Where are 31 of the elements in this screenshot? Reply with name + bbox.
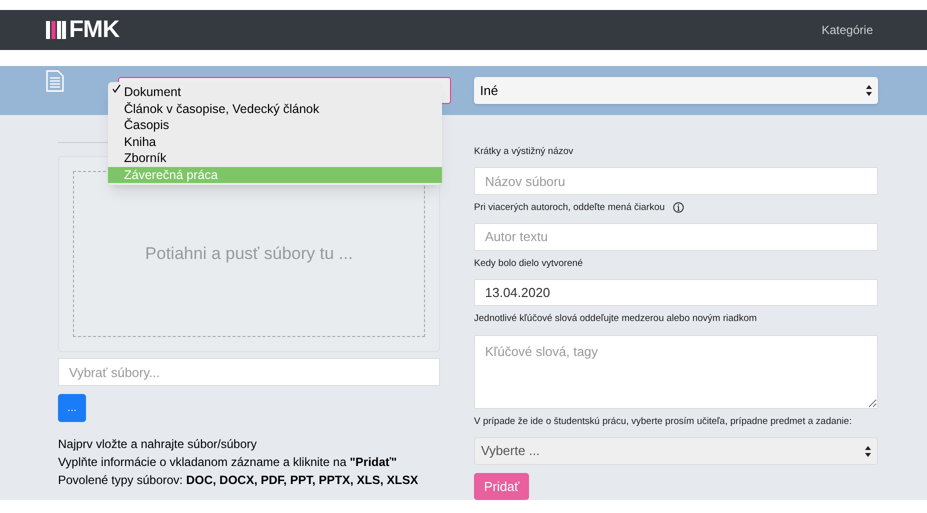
select-value: Vyberte ... xyxy=(481,442,540,460)
text-field[interactable]: 13.04.2020 xyxy=(474,278,878,306)
select-value: Iné xyxy=(480,82,498,100)
field-label: Kedy bolo dielo vytvorené xyxy=(474,256,583,271)
checkmark-icon xyxy=(112,84,121,93)
select-arrows-icon xyxy=(865,446,871,457)
dropdown-option[interactable]: Dokument xyxy=(108,84,442,100)
text-field[interactable]: Autor textu xyxy=(474,223,878,251)
keywords-textarea[interactable]: Kľúčové slová, tagy xyxy=(474,334,878,409)
dropdown-option[interactable]: Článok v časopise, Vedecký článok xyxy=(108,100,442,117)
dropzone-text: Potiahni a pusť súbory tu ... xyxy=(145,243,353,266)
help-text: Povolené typy súborov: DOC, DOCX, PDF, PPT, PPTX, XLS, XLSX xyxy=(58,472,420,489)
field-label: V prípade že ide o študentskú prácu, vyberte prosím učiteľa, prípadne predmet a zadanie: xyxy=(474,414,852,429)
dropdown-option[interactable]: Časopis xyxy=(108,117,442,134)
browse-button[interactable]: ... xyxy=(58,394,86,422)
nav-link[interactable]: Kategórie xyxy=(822,21,873,39)
help-text: Najprv vložte a nahrajte súbor/súbory xyxy=(58,436,258,453)
field-label: Krátky a výstižný názov xyxy=(474,145,574,159)
field-label: Pri viacerých autoroch, oddeľte mená čiarkou xyxy=(474,200,665,215)
text-field[interactable]: Názov súboru xyxy=(474,167,878,195)
file-field[interactable]: Vybrať súbory... xyxy=(58,358,440,386)
help-text: Vyplňte informácie o vkladanom zázname a kliknite na "Pridať" xyxy=(58,454,398,471)
logo-bars-icon xyxy=(46,21,66,39)
dropdown-option[interactable]: Zborník xyxy=(108,150,442,166)
logo-text: FMK xyxy=(69,18,120,42)
teacher-select[interactable]: Vyberte ... xyxy=(474,436,878,466)
select-arrows-icon xyxy=(866,85,872,96)
document-icon xyxy=(46,70,64,92)
field-label: Jednotlivé kľúčové slová oddeľujte medzerou alebo novým riadkom xyxy=(474,312,757,326)
dropdown-option[interactable]: Kniha xyxy=(108,134,442,150)
category-select[interactable]: Iné xyxy=(474,77,878,104)
